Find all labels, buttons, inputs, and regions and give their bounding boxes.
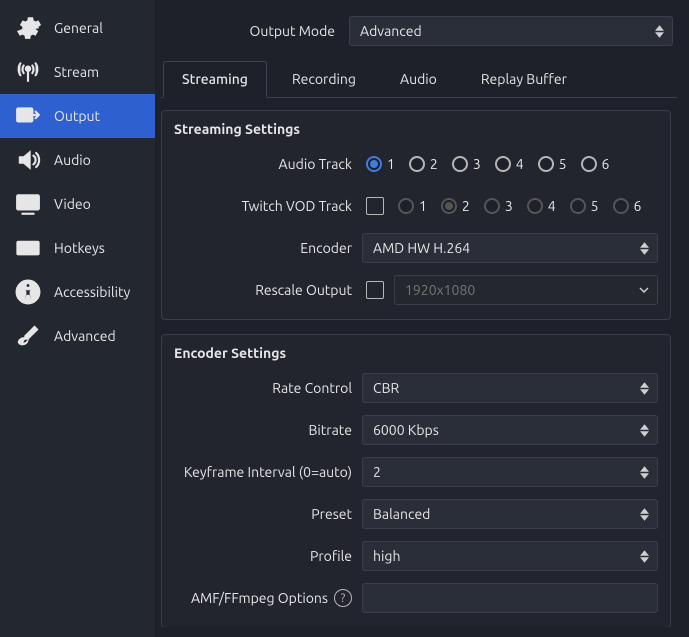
settings-sidebar: General Stream Output Audio Video Hotkey… [0,0,155,637]
encoder-value: AMD HW H.264 [373,240,470,256]
audio-track-2[interactable] [409,156,425,172]
sidebar-item-output[interactable]: Output [0,94,155,138]
profile-select[interactable]: high [362,541,658,571]
updown-icon [635,544,653,568]
audio-track-radios: 1 2 3 4 5 6 [362,156,658,172]
sidebar-label: Audio [54,152,91,168]
output-settings-main: Output Mode Advanced Streaming Recording… [155,0,689,637]
keyframe-value: 2 [373,464,381,480]
tab-replay-buffer[interactable]: Replay Buffer [462,61,586,98]
amf-input[interactable] [362,583,658,613]
broadcast-icon [14,58,42,86]
rescale-checkbox[interactable] [366,281,384,299]
preset-label: Preset [174,506,354,522]
preset-select[interactable]: Balanced [362,499,658,529]
sidebar-item-audio[interactable]: Audio [0,138,155,182]
sidebar-item-stream[interactable]: Stream [0,50,155,94]
keyframe-input[interactable]: 2 [362,457,658,487]
audio-track-row: Audio Track 1 2 3 4 5 6 [174,147,658,181]
rate-control-value: CBR [373,380,399,396]
vod-track-5 [570,198,586,214]
audio-track-5[interactable] [538,156,554,172]
bitrate-input[interactable]: 6000 Kbps [362,415,658,445]
rescale-select: 1920x1080 [394,275,658,305]
output-icon [14,102,42,130]
profile-label: Profile [174,548,354,564]
vod-track-3 [484,198,500,214]
accessibility-icon [14,278,42,306]
updown-icon [635,502,653,526]
keyframe-label: Keyframe Interval (0=auto) [174,464,354,480]
vod-track-row: Twitch VOD Track 1 2 3 4 5 6 [174,189,658,223]
help-icon[interactable]: ? [334,589,352,607]
rescale-label: Rescale Output [174,282,354,298]
tab-audio[interactable]: Audio [381,61,456,98]
rate-control-select[interactable]: CBR [362,373,658,403]
audio-track-label: Audio Track [174,156,354,172]
chevron-down-icon [635,278,653,302]
tab-recording[interactable]: Recording [273,61,375,98]
encoder-settings-panel: Encoder Settings Rate Control CBR Bitrat… [161,334,671,627]
output-tabs: Streaming Recording Audio Replay Buffer [161,60,677,98]
updown-icon [635,376,653,400]
stepper-icon[interactable] [635,418,653,442]
tools-icon [14,322,42,350]
audio-track-3[interactable] [452,156,468,172]
vod-track-label: Twitch VOD Track [174,198,354,214]
preset-value: Balanced [373,506,430,522]
sidebar-label: Stream [54,64,99,80]
audio-track-1[interactable] [366,156,382,172]
updown-icon [635,236,653,260]
sidebar-label: Video [54,196,91,212]
speaker-icon [14,146,42,174]
tab-streaming[interactable]: Streaming [163,61,267,98]
vod-track-6 [613,198,629,214]
vod-track-checkbox[interactable] [366,197,384,215]
sidebar-item-general[interactable]: General [0,6,155,50]
monitor-icon [14,190,42,218]
sidebar-item-video[interactable]: Video [0,182,155,226]
sidebar-label: Output [54,108,100,124]
encoder-row: Encoder AMD HW H.264 [174,231,658,265]
gear-icon [14,14,42,42]
profile-value: high [373,548,400,564]
sidebar-label: Accessibility [54,284,130,300]
output-mode-row: Output Mode Advanced [161,10,677,48]
audio-track-4[interactable] [495,156,511,172]
output-mode-value: Advanced [360,23,422,39]
sidebar-item-accessibility[interactable]: Accessibility [0,270,155,314]
sidebar-label: General [54,20,103,36]
streaming-settings-title: Streaming Settings [174,121,658,137]
sidebar-item-hotkeys[interactable]: Hotkeys [0,226,155,270]
vod-track-4 [527,198,543,214]
rate-control-label: Rate Control [174,380,354,396]
bitrate-value: 6000 Kbps [373,422,439,438]
encoder-select[interactable]: AMD HW H.264 [362,233,658,263]
stepper-icon[interactable] [635,460,653,484]
encoder-label: Encoder [174,240,354,256]
sidebar-label: Advanced [54,328,116,344]
keyboard-icon [14,234,42,262]
sidebar-item-advanced[interactable]: Advanced [0,314,155,358]
vod-track-1 [398,198,414,214]
amf-label: AMF/FFmpeg Options [191,590,328,606]
rescale-value: 1920x1080 [405,282,475,298]
vod-track-2 [441,198,457,214]
output-mode-select[interactable]: Advanced [349,16,673,46]
encoder-settings-title: Encoder Settings [174,345,658,361]
updown-icon [650,19,668,43]
sidebar-label: Hotkeys [54,240,105,256]
output-mode-label: Output Mode [165,23,341,39]
audio-track-6[interactable] [581,156,597,172]
streaming-settings-panel: Streaming Settings Audio Track 1 2 3 4 5… [161,110,671,320]
bitrate-label: Bitrate [174,422,354,438]
rescale-row: Rescale Output 1920x1080 [174,273,658,307]
